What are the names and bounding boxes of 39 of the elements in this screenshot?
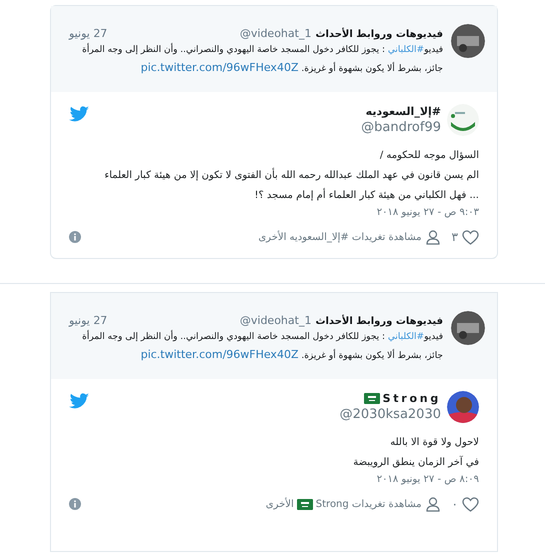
media-link[interactable]: pic.twitter.com/96wFHex40Z <box>140 61 298 74</box>
like-button[interactable]: ٠ <box>452 495 479 513</box>
info-icon[interactable] <box>69 231 81 243</box>
tweet-text: في آخر الزمان ينطق الرويبضة <box>352 454 479 470</box>
hashtag-link[interactable]: #الكلباني <box>388 332 424 342</box>
person-icon <box>426 230 440 244</box>
info-icon[interactable] <box>69 498 81 510</box>
tweet-text: ... فهل الكلباني من هيئة كبار العلماء أم إمام مسجد ؟! <box>253 187 479 203</box>
tweet-text: السؤال موجه للحكومه / <box>378 149 479 163</box>
hashtag-link[interactable]: #الكلباني <box>388 45 424 55</box>
quoted-handle: @videohat_1 <box>240 313 312 328</box>
avatar <box>451 24 485 58</box>
quoted-handle: @videohat_1 <box>240 26 312 41</box>
timestamp-link[interactable]: ٩:٠٣ ص - ٢٧ يونيو ٢٠١٨ <box>376 206 479 220</box>
tweet-text: الم يسن قانون في عهد الملك عبدالله رحمه الله بأن الفتوى لا تكون إلا من هيئة كبار العلماء <box>69 166 479 186</box>
author-name: Strong <box>382 391 441 406</box>
person-icon <box>426 496 440 512</box>
avatar <box>447 391 479 423</box>
timestamp-link[interactable]: ٨:٠٩ ص - ٢٧ يونيو ٢٠١٨ <box>376 473 479 487</box>
media-link[interactable]: pic.twitter.com/96wFHex40Z <box>140 348 298 361</box>
bird-icon <box>69 106 89 122</box>
heart-icon <box>462 230 479 244</box>
quoted-author-name: فيديوهات وروابط الأحداث <box>315 314 443 329</box>
author-handle: @2030ksa2030 <box>340 406 441 423</box>
author-name: #إلا_السعوديه <box>366 104 441 119</box>
avatar <box>451 311 485 345</box>
author-handle: @bandrof99 <box>361 119 441 136</box>
tweet-text: لاحول ولا قوة الا بالله <box>389 436 479 450</box>
bird-icon <box>69 393 89 409</box>
quoted-date: 27 يونيو <box>69 26 108 41</box>
more-tweets-link[interactable]: مشاهدة تغريدات #إلا_السعوديه الأخرى <box>258 230 440 244</box>
flag-icon <box>364 393 380 404</box>
avatar <box>447 104 479 136</box>
quoted-date: 27 يونيو <box>69 313 108 328</box>
quoted-author-name: فيديوهات وروابط الأحداث <box>315 27 443 42</box>
like-button[interactable]: ٣ <box>452 228 479 246</box>
more-tweets-link[interactable]: مشاهدة تغريدات Strong الأخرى <box>266 496 440 512</box>
flag-icon <box>296 498 313 510</box>
heart-icon <box>462 496 479 512</box>
